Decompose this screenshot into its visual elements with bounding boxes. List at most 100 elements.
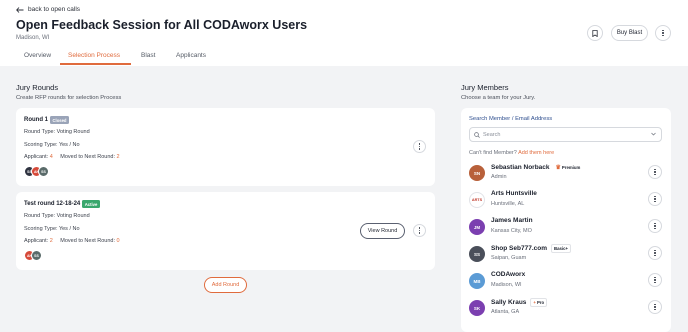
more-vertical-icon: [654, 249, 656, 257]
tab-applicants[interactable]: Applicants: [176, 52, 206, 59]
member-name-row: James Martin: [491, 217, 533, 224]
back-link-label: back to open calls: [28, 6, 81, 13]
cant-find-label: Can't find Member?: [469, 150, 517, 156]
active-tab-indicator: [60, 63, 131, 65]
applicants-count: 2: [49, 238, 53, 244]
status-badge: Active: [82, 200, 100, 208]
member-name-row: Sebastian Norback ♛ Premium: [491, 163, 582, 172]
applicants-count: 4: [49, 154, 53, 160]
round-card: Round 1 Closed Round Type: Voting Round …: [16, 108, 435, 186]
list-item[interactable]: SK Sally Kraus + Pro Atlanta, GA: [461, 297, 671, 324]
round-type: Round Type: Voting Round: [24, 213, 90, 219]
avatar: SN: [469, 165, 485, 181]
member-subtitle: Kansas City, MO: [491, 228, 532, 234]
member-subtitle: Admin: [491, 174, 507, 180]
list-item[interactable]: JM James Martin Kansas City, MO: [461, 216, 671, 243]
pro-badge: + Pro: [530, 298, 548, 307]
more-vertical-icon: [654, 168, 656, 176]
cant-find-text: Can't find Member? Add them here: [469, 150, 554, 156]
add-them-link[interactable]: Add them here: [518, 150, 554, 156]
round-more-button[interactable]: [413, 140, 426, 153]
member-name: Arts Huntsville: [491, 190, 537, 197]
search-placeholder: Search: [483, 131, 501, 138]
jury-rounds-title: Jury Rounds: [16, 83, 59, 92]
jury-members-title: Jury Members: [461, 83, 509, 92]
member-name: CODAworx: [491, 271, 526, 278]
tab-selection-process[interactable]: Selection Process: [68, 52, 120, 59]
avatar: JM: [469, 219, 485, 235]
avatar: SS: [38, 166, 49, 177]
search-input[interactable]: Search: [469, 127, 662, 142]
more-vertical-icon: [654, 222, 656, 230]
bookmark-button[interactable]: [587, 25, 603, 41]
more-vertical-icon: [654, 276, 656, 284]
scoring-type: Scoring Type: Yes / No: [24, 142, 80, 148]
member-more-button[interactable]: [648, 219, 662, 233]
back-link[interactable]: back to open calls: [16, 6, 80, 13]
applicants-label: Applicant:: [24, 154, 49, 160]
plus-icon: +: [533, 300, 536, 305]
avatar: SS: [469, 246, 485, 262]
member-more-button[interactable]: [648, 192, 662, 206]
avatar: MB: [469, 273, 485, 289]
avatar: ARTS: [469, 192, 485, 208]
page-location: Madison, WI: [16, 35, 50, 41]
more-vertical-icon: [418, 143, 421, 150]
member-subtitle: Madison, WI: [491, 282, 522, 288]
member-subtitle: Saipan, Guam: [491, 255, 527, 261]
list-item[interactable]: MB CODAworx Madison, WI: [461, 270, 671, 297]
buy-blast-button[interactable]: Buy Blast: [611, 25, 648, 41]
member-name: James Martin: [491, 217, 533, 224]
member-name: Shop Seb777.com: [491, 245, 547, 252]
round-name-label: Test round 12-18-24: [24, 201, 81, 207]
member-name-row: Shop Seb777.com Basic+: [491, 244, 571, 253]
search-label: Search Member / Email Address: [469, 116, 553, 122]
avatar: SS: [31, 250, 42, 261]
page-title: Open Feedback Session for All CODAworx U…: [16, 18, 308, 32]
list-item[interactable]: ARTS Arts Huntsville Huntsville, AL: [461, 189, 671, 216]
premium-badge: ♛ Premium: [555, 165, 581, 171]
list-item[interactable]: SS Shop Seb777.com Basic+ Saipan, Guam: [461, 243, 671, 270]
view-round-button[interactable]: View Round: [360, 223, 405, 239]
more-vertical-icon: [662, 29, 664, 37]
list-item[interactable]: SN Sebastian Norback ♛ Premium Admin: [461, 162, 671, 189]
moved-count: 2: [116, 154, 120, 160]
avatar: SK: [469, 300, 485, 316]
member-name: Sally Kraus: [491, 299, 527, 306]
jury-members-subtitle: Choose a team for your Jury.: [461, 95, 536, 101]
member-name-row: Arts Huntsville: [491, 190, 537, 197]
applicants-label: Applicant:: [24, 238, 49, 244]
more-vertical-icon: [654, 303, 656, 311]
more-vertical-icon: [418, 227, 421, 234]
search-icon: [474, 131, 480, 138]
tab-overview[interactable]: Overview: [24, 52, 51, 59]
member-name-row: CODAworx: [491, 271, 525, 278]
member-more-button[interactable]: [648, 165, 662, 179]
member-name-row: Sally Kraus + Pro: [491, 298, 548, 307]
member-more-button[interactable]: [648, 273, 662, 287]
round-name: Test round 12-18-24 Active: [24, 200, 100, 208]
member-more-button[interactable]: [648, 246, 662, 260]
page-header: back to open calls Open Feedback Session…: [0, 0, 688, 66]
round-type: Round Type: Voting Round: [24, 129, 90, 135]
moved-label: Moved to Next Round:: [60, 154, 116, 160]
member-subtitle: Atlanta, GA: [491, 309, 520, 315]
round-stats: Applicant: 4 Moved to Next Round: 2: [24, 154, 120, 160]
jury-avatars: SS AH SS: [24, 166, 49, 177]
moved-label: Moved to Next Round:: [60, 238, 116, 244]
member-more-button[interactable]: [648, 300, 662, 314]
jury-avatars: AH SS: [24, 250, 42, 261]
more-vertical-icon: [654, 195, 656, 203]
round-name-label: Round 1: [24, 117, 48, 123]
round-stats: Applicant: 2 Moved to Next Round: 0: [24, 238, 120, 244]
round-more-button[interactable]: [413, 224, 426, 237]
add-round-button[interactable]: Add Round: [204, 277, 247, 293]
tab-blast[interactable]: Blast: [141, 52, 155, 59]
member-subtitle: Huntsville, AL: [491, 201, 525, 207]
bookmark-icon: [592, 29, 598, 37]
header-more-button[interactable]: [655, 25, 671, 41]
chevron-down-icon: [651, 132, 656, 136]
crown-icon: ♛: [555, 165, 561, 171]
arrow-left-icon: [16, 6, 24, 13]
member-name: Sebastian Norback: [491, 164, 550, 171]
